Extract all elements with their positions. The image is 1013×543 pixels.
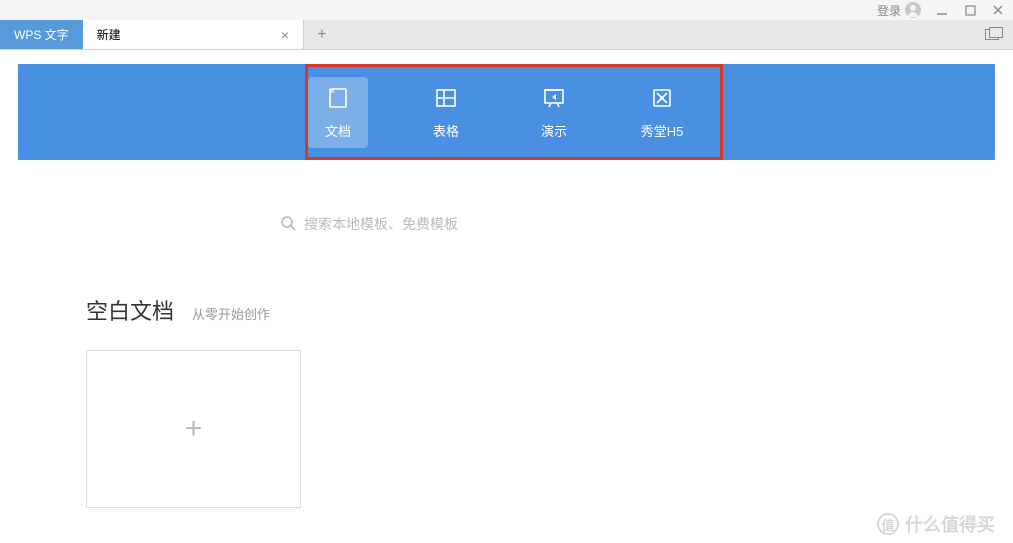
presentation-icon xyxy=(541,85,567,111)
content: 文档 表格 演示 秀堂H5 xyxy=(0,50,1013,508)
doc-type-label: 演示 xyxy=(524,121,584,140)
doc-type-label: 文档 xyxy=(308,121,368,140)
tabbar-right xyxy=(985,20,1013,49)
tab-new-label: 新建 xyxy=(97,26,121,43)
search-area: 搜索本地模板、免费模板 xyxy=(18,184,995,264)
plus-icon: + xyxy=(185,412,203,446)
search-icon xyxy=(280,215,296,234)
tab-add-button[interactable]: + xyxy=(304,20,340,49)
search-placeholder: 搜索本地模板、免费模板 xyxy=(304,214,458,234)
login-label: 登录 xyxy=(877,2,901,19)
watermark-badge: 值 xyxy=(877,513,899,535)
maximize-button[interactable] xyxy=(963,3,977,17)
new-blank-doc-button[interactable]: + xyxy=(86,350,301,508)
minimize-button[interactable] xyxy=(935,3,949,17)
watermark: 值 什么值得买 xyxy=(877,511,995,537)
doc-type-h5[interactable]: 秀堂H5 xyxy=(632,77,692,148)
watermark-text: 什么值得买 xyxy=(905,511,995,537)
spreadsheet-icon xyxy=(433,85,459,111)
section-title: 空白文档 xyxy=(86,294,174,326)
titlebar: 登录 xyxy=(0,0,1013,20)
app-tab-label: WPS 文字 xyxy=(14,26,69,43)
doc-type-presentation[interactable]: 演示 xyxy=(524,77,584,148)
document-icon xyxy=(325,85,351,111)
h5-icon xyxy=(649,85,675,111)
tab-new[interactable]: 新建 × xyxy=(83,20,304,49)
login-button[interactable]: 登录 xyxy=(877,2,921,19)
doc-type-list: 文档 表格 演示 秀堂H5 xyxy=(308,77,692,148)
doc-type-document[interactable]: 文档 xyxy=(308,77,368,148)
doc-type-label: 秀堂H5 xyxy=(632,121,692,140)
window-mode-icon[interactable] xyxy=(985,29,999,40)
doc-type-spreadsheet[interactable]: 表格 xyxy=(416,77,476,148)
avatar-icon xyxy=(905,2,921,18)
doc-type-label: 表格 xyxy=(416,121,476,140)
section-header: 空白文档 从零开始创作 xyxy=(86,294,995,326)
app-tab[interactable]: WPS 文字 xyxy=(0,20,83,49)
tabbar: WPS 文字 新建 × + xyxy=(0,20,1013,50)
section-subtitle: 从零开始创作 xyxy=(192,304,270,323)
close-button[interactable] xyxy=(991,3,1005,17)
search-input[interactable]: 搜索本地模板、免费模板 xyxy=(280,214,458,234)
blank-doc-section: 空白文档 从零开始创作 + xyxy=(18,294,995,508)
tab-close-icon[interactable]: × xyxy=(281,27,289,43)
doc-type-bar: 文档 表格 演示 秀堂H5 xyxy=(18,64,995,160)
